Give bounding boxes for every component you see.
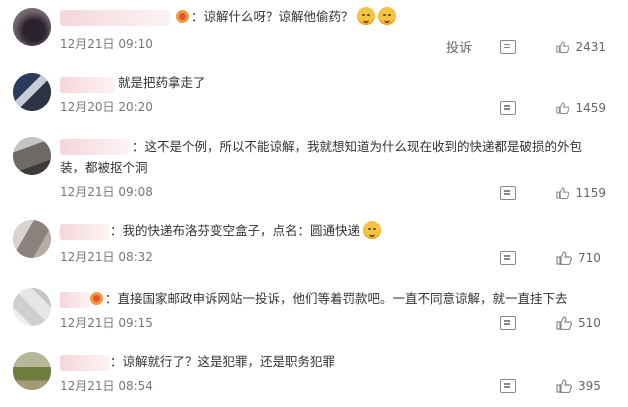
thumbs-up-icon [556, 187, 570, 199]
thumbs-up-icon [556, 40, 570, 53]
avatar[interactable] [13, 137, 51, 175]
comment-actions: 1159 [500, 186, 606, 200]
comment-text: 就是把药拿走了 [118, 75, 206, 90]
comment-icon[interactable] [500, 186, 516, 200]
like-count: 395 [578, 379, 601, 393]
like-count: 510 [578, 316, 601, 330]
avatar[interactable] [13, 352, 51, 390]
thumbs-up-icon [556, 102, 570, 114]
like-button[interactable]: 710 [556, 251, 606, 265]
comment-time: 12月21日 09:08 [60, 185, 153, 199]
user-badge-icon [90, 292, 103, 305]
thumbs-up-icon [556, 316, 572, 330]
avatar[interactable] [13, 220, 51, 258]
comment-text: ：我的快递布洛芬变空盒子，点名：圆通快递 [110, 220, 598, 241]
comment-actions: 投诉 2431 [446, 37, 606, 56]
comment-time: 12月20日 20:20 [60, 100, 153, 114]
like-count: 1159 [575, 186, 606, 200]
like-count: 1459 [575, 101, 606, 115]
comment-time: 12月21日 08:54 [60, 379, 153, 393]
comment-actions: 395 [500, 379, 606, 393]
username-redacted[interactable] [60, 355, 110, 371]
user-badge-icon [176, 10, 189, 23]
comment-text: ：谅解就行了？这是犯罪，还是职务犯罪 [110, 354, 336, 369]
avatar[interactable] [13, 8, 51, 46]
comment-icon[interactable] [500, 251, 516, 265]
comment-time: 12月21日 08:32 [60, 250, 153, 264]
comment-actions: 1459 [500, 101, 606, 115]
like-button[interactable]: 1159 [556, 186, 606, 200]
comment-time: 12月21日 09:15 [60, 316, 153, 330]
comment-actions: 710 [500, 251, 606, 265]
comment-icon[interactable] [500, 379, 516, 393]
username-redacted[interactable] [60, 292, 90, 308]
comment-text: ：谅解什么呀？谅解他偷药？ [176, 6, 598, 27]
like-button[interactable]: 1459 [556, 101, 606, 115]
report-button[interactable]: 投诉 [446, 37, 472, 56]
avatar[interactable] [13, 73, 51, 111]
username-redacted[interactable] [60, 10, 170, 26]
comment-text: ：这不是个例，所以不能谅解，我就想知道为什么现在收到的快递都是破损的外包装，都被… [60, 139, 583, 175]
comment-icon[interactable] [500, 316, 516, 330]
comment-time: 12月21日 09:10 [60, 37, 153, 51]
like-count: 2431 [575, 39, 606, 54]
smiling-emoji-icon [356, 7, 375, 25]
avatar[interactable] [13, 288, 51, 326]
smiling-emoji-icon [363, 221, 382, 239]
thumbs-up-icon [556, 379, 572, 393]
like-button[interactable]: 510 [556, 316, 606, 330]
thumbs-up-icon [556, 251, 572, 265]
like-button[interactable]: 2431 [556, 40, 606, 54]
comment-icon[interactable] [500, 101, 516, 115]
username-redacted[interactable] [60, 77, 115, 93]
comment-actions: 510 [500, 316, 606, 330]
comment-text: ：直接国家邮政申诉网站一投诉，他们等着罚款吧。一直不同意谅解，就一直挂下去 [90, 288, 598, 309]
like-count: 710 [578, 251, 601, 265]
like-button[interactable]: 395 [556, 379, 606, 393]
smiling-emoji-icon [377, 7, 396, 25]
comment-icon[interactable] [500, 39, 516, 54]
username-redacted[interactable] [60, 224, 110, 240]
